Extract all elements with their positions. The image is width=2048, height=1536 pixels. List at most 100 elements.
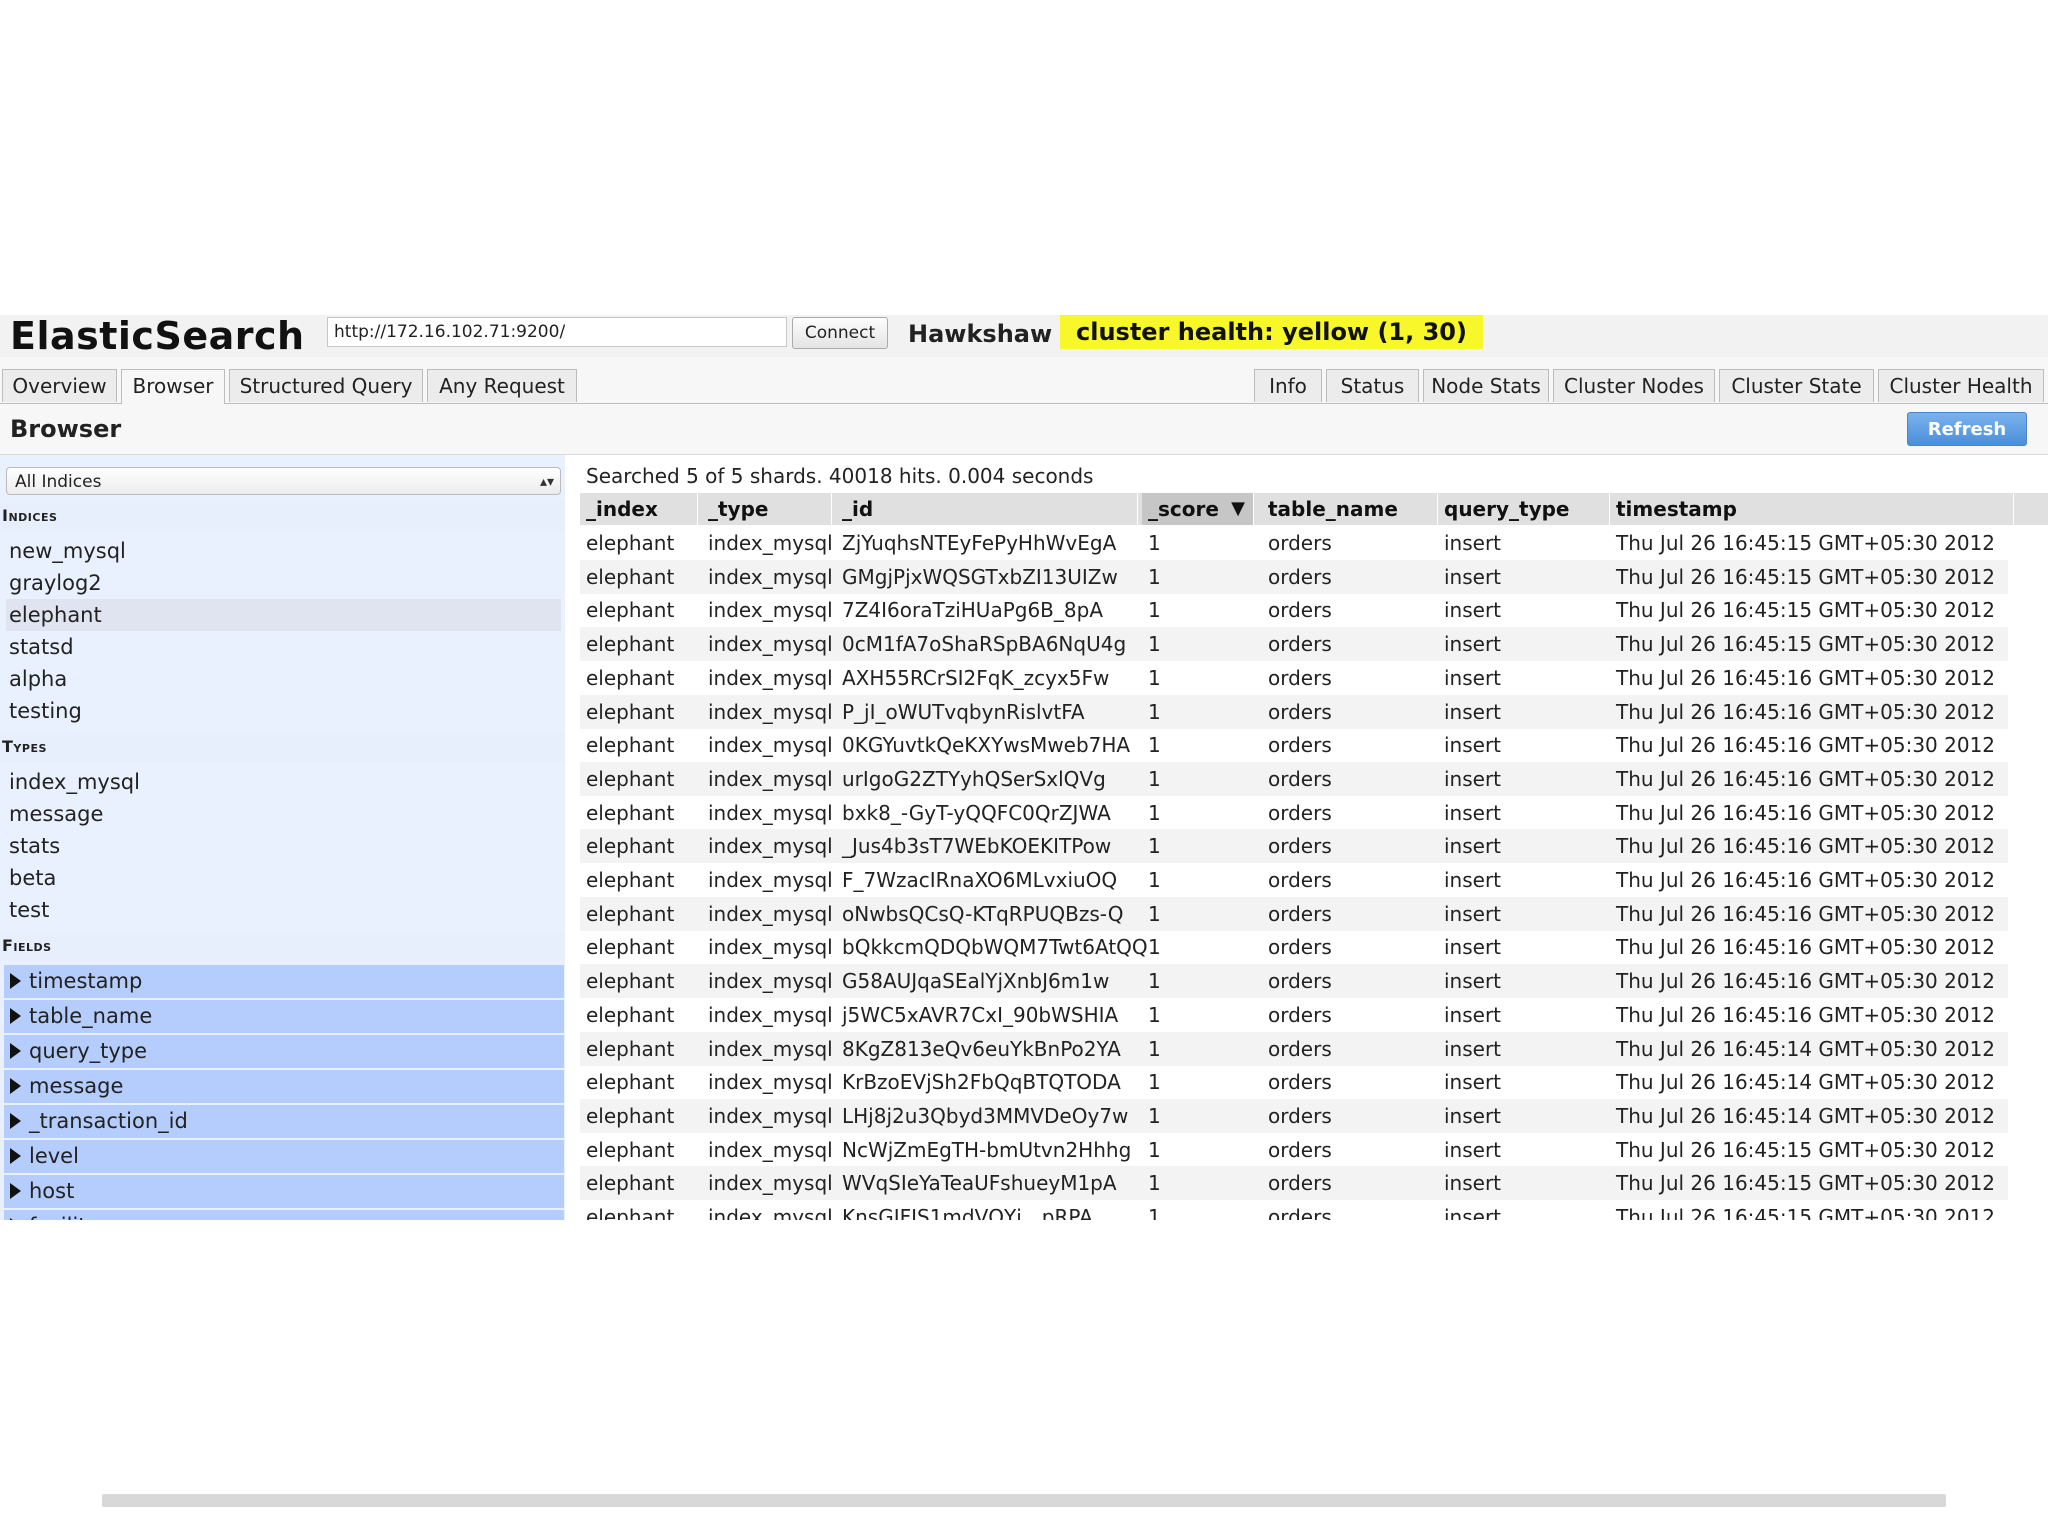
table-row[interactable]: elephant index_mysql 7Z4I6oraTziHUaPg6B_8p… bbox=[580, 593, 2008, 627]
cell-type: index_mysql bbox=[708, 766, 833, 791]
field-item[interactable]: _transaction_id bbox=[4, 1105, 564, 1138]
cell-id: G58AUJqaSEalYjXnbJ6m1w bbox=[842, 969, 1110, 994]
table-row[interactable]: elephant index_mysql bQkkcmQDQbWQM7Twt6AtQ… bbox=[580, 930, 2008, 964]
browser-title-bar: Browser Refresh bbox=[0, 404, 2048, 455]
cell-query-type: insert bbox=[1444, 1002, 1502, 1027]
column-header[interactable]: query_type bbox=[1438, 493, 1610, 525]
column-header[interactable]: _type bbox=[702, 493, 832, 525]
cell-id: NcWjZmEgTH-bmUtvn2Hhhg bbox=[842, 1137, 1132, 1162]
tab-browser[interactable]: Browser bbox=[121, 369, 225, 404]
table-row[interactable]: elephant index_mysql urIgoG2ZTYyhQSerSxlQV… bbox=[580, 761, 2008, 796]
cell-type: index_mysql bbox=[708, 1070, 833, 1095]
column-header[interactable]: table_name bbox=[1262, 493, 1438, 525]
sidebar-item-type[interactable]: message bbox=[0, 798, 565, 830]
tab-any-request[interactable]: Any Request bbox=[427, 369, 577, 402]
cell-id: GMgjPjxWQSGTxbZI13UIZw bbox=[842, 564, 1118, 589]
cell-table-name: orders bbox=[1268, 1070, 1332, 1095]
sidebar-item-type[interactable]: index_mysql bbox=[0, 766, 565, 798]
field-item[interactable]: query_type bbox=[4, 1035, 564, 1068]
cell-table-name: orders bbox=[1268, 901, 1332, 926]
cell-index: elephant bbox=[586, 598, 675, 623]
cell-index: elephant bbox=[586, 564, 675, 589]
cell-query-type: insert bbox=[1444, 1070, 1502, 1095]
sidebar-item-index[interactable]: new_mysql bbox=[0, 535, 565, 567]
field-item[interactable]: timestamp bbox=[4, 965, 564, 998]
field-item[interactable]: facility bbox=[4, 1210, 564, 1220]
tab-overview[interactable]: Overview bbox=[2, 369, 117, 402]
cell-type: index_mysql bbox=[708, 800, 833, 825]
cell-type: index_mysql bbox=[708, 531, 833, 555]
tab-cluster-health[interactable]: Cluster Health bbox=[1878, 369, 2044, 402]
cell-id: P_jI_oWUTvqbynRislvtFA bbox=[842, 699, 1085, 724]
field-item[interactable]: host bbox=[4, 1175, 564, 1208]
tab-node-stats[interactable]: Node Stats bbox=[1423, 369, 1549, 402]
cell-table-name: orders bbox=[1268, 766, 1332, 791]
cell-type: index_mysql bbox=[708, 1002, 833, 1027]
tab-cluster-state[interactable]: Cluster State bbox=[1719, 369, 1874, 402]
table-row[interactable]: elephant index_mysql WVqSIeYaTeaUFshueyM1p… bbox=[580, 1166, 2008, 1201]
refresh-button[interactable]: Refresh bbox=[1907, 412, 2027, 446]
cell-id: WVqSIeYaTeaUFshueyM1pA bbox=[842, 1171, 1117, 1196]
table-row[interactable]: elephant index_mysql P_jI_oWUTvqbynRislvtF… bbox=[580, 694, 2008, 729]
field-name: facility bbox=[29, 1214, 99, 1220]
cell-table-name: orders bbox=[1268, 699, 1332, 724]
field-item[interactable]: level bbox=[4, 1140, 564, 1173]
cell-query-type: insert bbox=[1444, 1036, 1502, 1061]
table-row[interactable]: elephant index_mysql 0cM1fA7oShaRSpBA6NqU4… bbox=[580, 627, 2008, 662]
tab-info[interactable]: Info bbox=[1254, 369, 1322, 402]
table-row[interactable]: elephant index_mysql bxk8_-GyT-yQQFC0QrZJW… bbox=[580, 796, 2008, 830]
sidebar-item-index[interactable]: graylog2 bbox=[0, 567, 565, 599]
sidebar-item-type[interactable]: stats bbox=[0, 830, 565, 862]
cell-query-type: insert bbox=[1444, 868, 1502, 892]
sidebar-item-type[interactable]: beta bbox=[0, 862, 565, 894]
column-header[interactable]: _id bbox=[836, 493, 1138, 525]
column-header-sorted[interactable]: _score ▼ bbox=[1142, 493, 1254, 525]
table-row[interactable]: elephant index_mysql 8KgZ813eQv6euYkBnPo2Y… bbox=[580, 1031, 2008, 1066]
index-select[interactable]: All Indices ▴▾ bbox=[6, 467, 561, 495]
table-row[interactable]: elephant index_mysql LHj8j2u3Qbyd3MMVDeOy7… bbox=[580, 1098, 2008, 1133]
column-header[interactable]: timestamp bbox=[1610, 493, 2014, 525]
table-row[interactable]: elephant index_mysql oNwbsQCsQ-KTqRPUQBzs-… bbox=[580, 896, 2008, 931]
cell-id: KnsGIFJS1mdVQYj__pRPA bbox=[842, 1205, 1093, 1220]
tab-cluster-nodes[interactable]: Cluster Nodes bbox=[1553, 369, 1715, 402]
cell-query-type: insert bbox=[1444, 935, 1502, 960]
sidebar-item-type[interactable]: test bbox=[0, 894, 565, 926]
column-header[interactable]: _index bbox=[580, 493, 698, 525]
table-row[interactable]: elephant index_mysql KnsGIFJS1mdVQYj__pRPA… bbox=[580, 1200, 2008, 1220]
results-vertical-scrollbar[interactable] bbox=[2008, 525, 2048, 1220]
cluster-url-input[interactable] bbox=[327, 317, 787, 347]
cell-type: index_mysql bbox=[708, 901, 833, 926]
table-row[interactable]: elephant index_mysql 0KGYuvtkQeKXYwsMweb7H… bbox=[580, 728, 2008, 762]
tab-structured-query[interactable]: Structured Query bbox=[229, 369, 423, 402]
table-row[interactable]: elephant index_mysql KrBzoEVjSh2FbQqBTQTOD… bbox=[580, 1065, 2008, 1099]
table-row[interactable]: elephant index_mysql G58AUJqaSEalYjXnbJ6m1… bbox=[580, 964, 2008, 999]
tab-status[interactable]: Status bbox=[1326, 369, 1419, 402]
sidebar-item-index-selected[interactable]: elephant bbox=[6, 599, 561, 631]
cell-query-type: insert bbox=[1444, 834, 1502, 859]
cell-score: 1 bbox=[1148, 1205, 1161, 1220]
field-item[interactable]: message bbox=[4, 1070, 564, 1103]
expand-triangle-icon bbox=[10, 1113, 21, 1129]
field-name: host bbox=[29, 1179, 75, 1203]
cell-score: 1 bbox=[1148, 969, 1161, 994]
table-row[interactable]: elephant index_mysql GMgjPjxWQSGTxbZI13UIZ… bbox=[580, 559, 2008, 594]
table-row[interactable]: elephant index_mysql AXH55RCrSI2FqK_zcyx5F… bbox=[580, 661, 2008, 695]
field-item[interactable]: table_name bbox=[4, 1000, 564, 1033]
horizontal-scrollbar[interactable] bbox=[102, 1494, 1946, 1507]
connect-button[interactable]: Connect bbox=[792, 317, 888, 349]
cell-table-name: orders bbox=[1268, 935, 1332, 960]
expand-triangle-icon bbox=[10, 1078, 21, 1094]
cell-id: 8KgZ813eQv6euYkBnPo2YA bbox=[842, 1036, 1121, 1061]
sidebar-item-index[interactable]: statsd bbox=[0, 631, 565, 663]
cell-type: index_mysql bbox=[708, 564, 833, 589]
table-row[interactable]: elephant index_mysql NcWjZmEgTH-bmUtvn2Hhh… bbox=[580, 1133, 2008, 1167]
table-row[interactable]: elephant index_mysql _Jus4b3sT7WEbKOEKITPo… bbox=[580, 829, 2008, 864]
cell-table-name: orders bbox=[1268, 1103, 1332, 1128]
sidebar-item-index[interactable]: alpha bbox=[0, 663, 565, 695]
table-row[interactable]: elephant index_mysql j5WC5xAVR7CxI_90bWSHI… bbox=[580, 998, 2008, 1032]
sidebar-item-index[interactable]: testing bbox=[0, 695, 565, 727]
cell-index: elephant bbox=[586, 1103, 675, 1128]
table-row[interactable]: elephant index_mysql ZjYuqhsNTEyFePyHhWvEg… bbox=[580, 526, 2008, 560]
cell-type: index_mysql bbox=[708, 1103, 833, 1128]
table-row[interactable]: elephant index_mysql F_7WzacIRnaXO6MLvxiuO… bbox=[580, 863, 2008, 897]
